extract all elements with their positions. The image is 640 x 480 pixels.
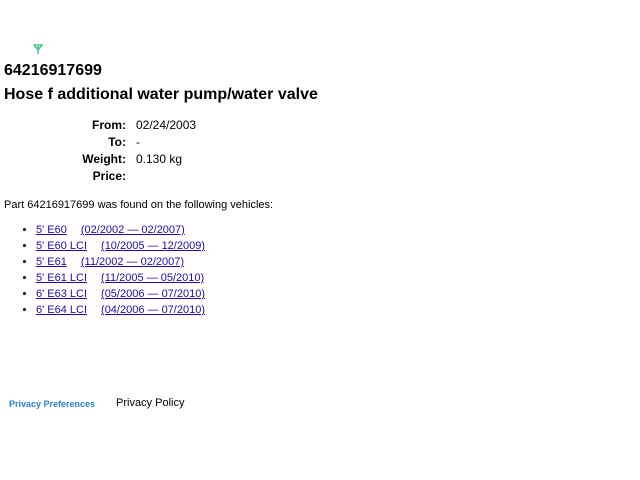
vehicle-model: 5' E60 LCI <box>36 240 88 252</box>
vehicle-model: 5' E60 <box>36 224 67 236</box>
detail-label: Weight: <box>82 152 126 166</box>
vehicle-model: 5' E61 <box>36 256 67 268</box>
vehicle-link[interactable]: 5' E60 (02/2002 — 02/2007) <box>36 224 185 236</box>
privacy-policy-link[interactable]: Privacy Policy <box>116 396 184 410</box>
list-item: 5' E61 LCI (11/2005 — 05/2010) <box>36 270 205 286</box>
vehicle-link[interactable]: 6' E64 LCI (04/2006 — 07/2010) <box>36 304 205 316</box>
vehicle-date-range: (11/2005 — 05/2010) <box>101 272 205 284</box>
part-title: Hose f additional water pump/water valve <box>4 86 318 103</box>
detail-value <box>136 168 196 185</box>
list-item: 5' E61 (11/2002 — 02/2007) <box>36 254 205 270</box>
found-on-vehicles-text: Part 64216917699 was found on the follow… <box>4 199 274 211</box>
vehicle-link[interactable]: 5' E60 LCI (10/2005 — 12/2009) <box>36 240 205 252</box>
privacy-preferences-link[interactable]: Privacy Preferences <box>9 398 95 410</box>
list-item: 6' E63 LCI (05/2006 — 07/2010) <box>36 286 205 302</box>
detail-label: From: <box>92 118 126 132</box>
list-item: 5' E60 (02/2002 — 02/2007) <box>36 222 205 238</box>
detail-row-weight: Weight: 0.130 kg <box>0 151 196 168</box>
page: 64216917699 Hose f additional water pump… <box>0 0 640 480</box>
vehicle-date-range: (02/2002 — 02/2007) <box>80 224 185 236</box>
vehicle-model: 6' E63 LCI <box>36 288 88 300</box>
vehicle-model: 6' E64 LCI <box>36 304 88 316</box>
vehicle-date-range: (04/2006 — 07/2010) <box>101 304 205 316</box>
detail-row-to: To: - <box>0 134 196 151</box>
vehicle-model: 5' E61 LCI <box>36 272 88 284</box>
vehicle-date-range: (05/2006 — 07/2010) <box>101 288 205 300</box>
detail-label: Price: <box>92 169 126 183</box>
detail-row-from: From: 02/24/2003 <box>0 117 196 134</box>
part-details-table: From: 02/24/2003 To: - Weight: 0.130 kg … <box>0 117 196 185</box>
detail-label: To: <box>108 135 126 149</box>
vehicle-link[interactable]: 6' E63 LCI (05/2006 — 07/2010) <box>36 288 205 300</box>
vehicle-link[interactable]: 5' E61 LCI (11/2005 — 05/2010) <box>36 272 204 284</box>
detail-row-price: Price: <box>0 168 196 185</box>
detail-value: - <box>136 135 140 149</box>
list-item: 6' E64 LCI (04/2006 — 07/2010) <box>36 302 205 318</box>
detail-value: 0.130 kg <box>136 152 183 166</box>
vehicle-list: 5' E60 (02/2002 — 02/2007) 5' E60 LCI (10/… <box>22 222 205 318</box>
vehicle-date-range: (11/2002 — 02/2007) <box>80 256 185 268</box>
part-number: 64216917699 <box>4 62 102 79</box>
leaf-icon <box>32 42 44 54</box>
list-item: 5' E60 LCI (10/2005 — 12/2009) <box>36 238 205 254</box>
vehicle-date-range: (10/2005 — 12/2009) <box>101 240 205 252</box>
detail-value: 02/24/2003 <box>136 118 197 132</box>
vehicle-link[interactable]: 5' E61 (11/2002 — 02/2007) <box>36 256 184 268</box>
